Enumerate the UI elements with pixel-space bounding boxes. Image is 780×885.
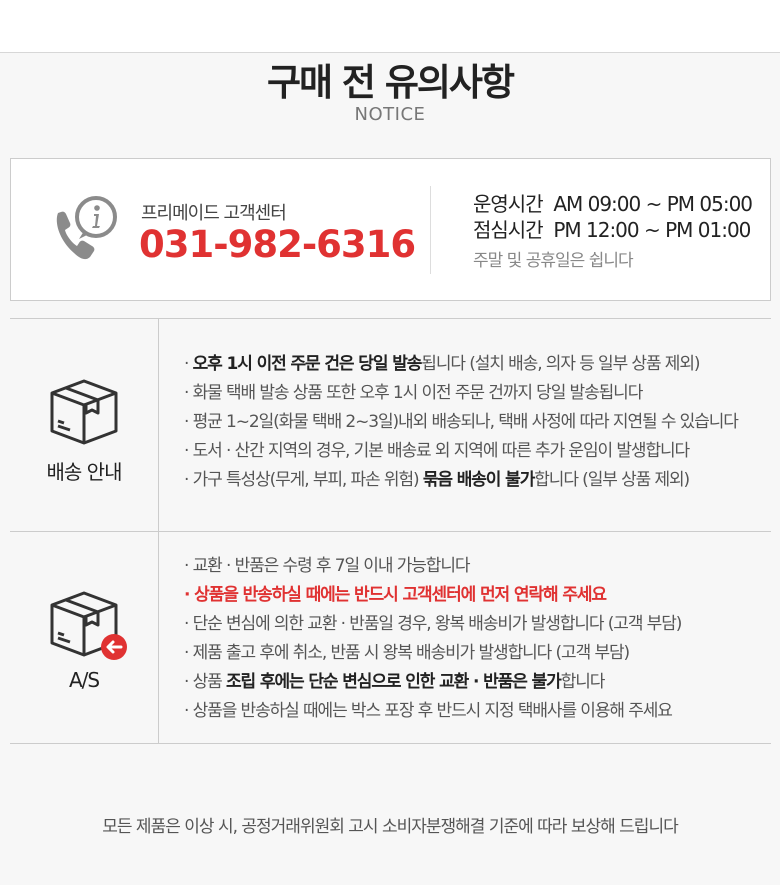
customer-center-label: 프리메이드 고객센터 xyxy=(141,203,287,224)
list-item: · 교환 · 반품은 수령 후 7일 이내 가능합니다 xyxy=(184,556,471,576)
closed-note: 주말 및 공휴일은 쉽니다 xyxy=(473,251,634,271)
section-label-delivery: 배송 안내 xyxy=(46,460,123,484)
divider xyxy=(430,186,431,274)
table-top-border xyxy=(10,318,771,319)
phone-info-icon xyxy=(56,196,117,260)
list-item: · 단순 변심에 의한 교환 · 반품일 경우, 왕복 배송비가 발생합니다 (… xyxy=(184,614,682,634)
return-box-icon xyxy=(50,591,127,660)
table-row-divider xyxy=(10,531,771,532)
page-subtitle: NOTICE xyxy=(354,104,426,125)
list-item: · 상품을 반송하실 때에는 박스 포장 후 반드시 지정 택배사를 이용해 주… xyxy=(184,701,673,721)
list-item: · 평균 1~2일(화물 택배 2~3일)내외 배송되나, 택배 사정에 따라 … xyxy=(184,412,739,432)
top-strip xyxy=(0,0,780,52)
delivery-list: · 오후 1시 이전 주문 건은 당일 발송됩니다 (설치 배송, 의자 등 일… xyxy=(184,350,739,495)
section-label-as: A/S xyxy=(68,668,100,692)
operating-hours: 운영시간 AM 09:00 ~ PM 05:00 점심시간 PM 12:00 ~… xyxy=(473,191,753,243)
delivery-box-icon xyxy=(50,379,118,445)
operating-hours-line: 운영시간 AM 09:00 ~ PM 05:00 xyxy=(473,192,753,216)
list-item: · 오후 1시 이전 주문 건은 당일 발송됩니다 (설치 배송, 의자 등 일… xyxy=(184,354,701,374)
list-item: · 상품 조립 후에는 단순 변심으로 인한 교환 · 반품은 불가합니다 xyxy=(184,672,605,692)
list-item: · 화물 택배 발송 상품 또한 오후 1시 이전 주문 건까지 당일 발송됩니… xyxy=(184,383,643,403)
lunch-hours-line: 점심시간 PM 12:00 ~ PM 01:00 xyxy=(473,218,751,242)
page-title: 구매 전 유의사항 xyxy=(266,61,515,104)
customer-center-box: 프리메이드 고객센터 031-982-6316 운영시간 AM 09:00 ~ … xyxy=(10,158,771,301)
as-list: · 교환 · 반품은 수령 후 7일 이내 가능합니다 · 상품을 반송하실 때… xyxy=(184,552,682,726)
table-bottom-border xyxy=(10,743,771,744)
list-item: · 도서 · 산간 지역의 경우, 기본 배송료 외 지역에 따른 추가 운임이… xyxy=(184,441,690,461)
list-item: · 가구 특성상(무게, 부피, 파손 위험) 묶음 배송이 불가합니다 (일부… xyxy=(184,470,690,490)
list-item: · 제품 출고 후에 취소, 반품 시 왕복 배송비가 발생합니다 (고객 부담… xyxy=(184,643,630,663)
customer-center-phone[interactable]: 031-982-6316 xyxy=(139,223,416,266)
list-item-highlight: · 상품을 반송하실 때에는 반드시 고객센터에 먼저 연락해 주세요 xyxy=(184,585,607,605)
table-column-divider xyxy=(158,318,159,743)
footer-note: 모든 제품은 이상 시, 공정거래위원회 고시 소비자분쟁해결 기준에 따라 보… xyxy=(102,817,678,837)
